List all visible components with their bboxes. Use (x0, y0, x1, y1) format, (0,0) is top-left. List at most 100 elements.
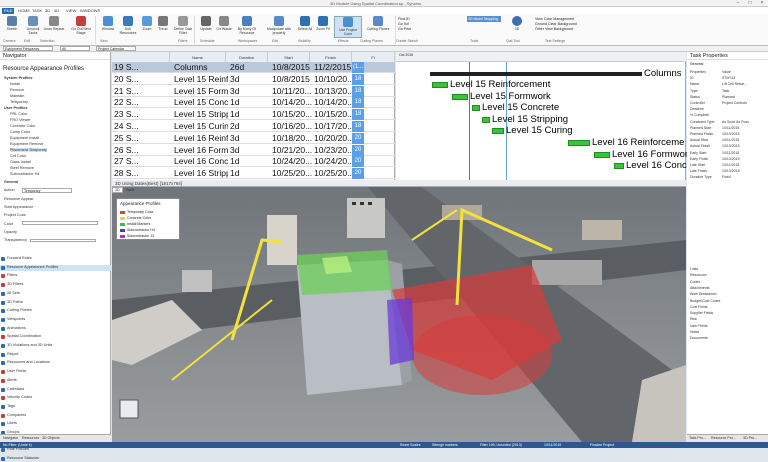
gantt-bar[interactable] (594, 151, 610, 158)
property-link[interactable]: Resources (690, 273, 766, 278)
tree-item[interactable]: Equipment Install (10, 136, 39, 140)
3d-model-stopping-button[interactable]: 3D Model Stopping (467, 16, 501, 22)
action-select[interactable]: Temporary (22, 188, 72, 193)
property-row[interactable]: ID STM743 (690, 76, 766, 81)
all-select[interactable]: All (60, 46, 90, 51)
property-link[interactable]: Notes (690, 330, 766, 335)
minimize-button[interactable]: – (732, 0, 744, 7)
general-section[interactable]: General (4, 180, 18, 184)
property-link[interactable]: Risk (690, 317, 766, 322)
property-link[interactable]: Codes (690, 280, 766, 285)
gantt-bar[interactable] (482, 116, 490, 123)
table-row[interactable]: 26 S... Level 16 Formw...3d 10/21/20...10/… (112, 144, 395, 156)
property-row[interactable]: Deadline (690, 107, 766, 112)
tree-item[interactable]: Install (10, 82, 20, 86)
tree-item[interactable]: Steel Remove (10, 166, 34, 170)
property-row[interactable]: Actual Finish 10/13/2015 (690, 144, 766, 149)
tab-task-properties[interactable]: Task Pro... (689, 436, 706, 440)
navigator-list-item[interactable]: Alerts (0, 378, 111, 384)
tree-item[interactable]: Subcontractor H4 (10, 172, 40, 176)
property-row[interactable]: Controller Project Controls (690, 101, 766, 106)
tree-item[interactable]: Comp Color (10, 130, 30, 134)
navigator-list-item[interactable]: Tags (0, 404, 111, 410)
navigator-list-item[interactable]: Filters (0, 273, 111, 279)
navigator-list-item[interactable]: 3D Violations and 3D Units (0, 343, 111, 349)
tree-item[interactable]: Crit Color (10, 154, 26, 158)
property-row[interactable]: Late Start 10/11/2015 (690, 163, 766, 168)
tree-item[interactable]: Equipment Remove (10, 142, 43, 146)
task-filter-button[interactable]: Define Task Filter (172, 16, 194, 38)
header-name[interactable]: Name (170, 52, 226, 62)
sketch-button[interactable]: Sketch (1, 16, 23, 38)
property-link[interactable]: Cost Fields (690, 305, 766, 310)
property-row[interactable]: Type Task (690, 89, 766, 94)
close-button[interactable]: × (756, 0, 768, 7)
tab-3d-properties[interactable]: 3D Pro... (743, 436, 757, 440)
property-link[interactable]: Supplier Fields (690, 311, 766, 316)
maximize-button[interactable]: □ (744, 0, 756, 7)
property-row[interactable]: % Complete (690, 113, 766, 118)
navigator-list-item[interactable]: Velocity Codes (0, 395, 111, 401)
tab-gantt-view[interactable]: Gantt (124, 188, 137, 192)
go-out-button[interactable]: Go Out Next Stage (70, 16, 92, 38)
gantt-bar[interactable] (614, 163, 624, 170)
navigator-list-item[interactable]: Resources and Locations (0, 360, 111, 366)
tree-item[interactable]: System Profiles (4, 76, 33, 80)
property-row[interactable]: Status Planned (690, 95, 766, 100)
property-link[interactable]: User Fields (690, 324, 766, 329)
property-row[interactable]: Planned Finish 10/13/2015 (690, 132, 766, 137)
property-row[interactable]: Name Lift Cell Rebar... (690, 82, 766, 87)
table-row[interactable]: 20 S... Level 15 Reinfor...3d 10/8/2015 10/… (112, 73, 395, 85)
property-link[interactable]: Links (690, 267, 766, 272)
tree-item[interactable]: Temporary (10, 100, 28, 104)
gantt-bar[interactable] (492, 128, 504, 135)
navigator-list-item[interactable]: Forward Rules (0, 256, 111, 262)
navigator-list-item[interactable]: Resource Statuses (0, 456, 111, 462)
navigator-list-item[interactable]: Cutting Planes (0, 308, 111, 314)
by-many-button[interactable]: By Many Of Resource (232, 16, 262, 38)
gantt-bar[interactable] (472, 105, 480, 112)
property-row[interactable]: Early Start 10/11/2015 (690, 151, 766, 156)
tree-item[interactable]: Placement Temporary (10, 148, 47, 152)
property-row[interactable]: Late Finish 10/13/2015 (690, 169, 766, 174)
tree-item[interactable]: Glass Install (10, 160, 31, 164)
tree-item[interactable]: FRO Viewer (10, 118, 31, 122)
header-start[interactable]: Start (268, 52, 310, 62)
gantt-bar[interactable] (452, 93, 468, 100)
go-print-control[interactable]: Go Print (398, 27, 411, 32)
property-link[interactable]: Work Breakdown (690, 292, 766, 297)
navigator-list-item[interactable]: 3D Paths (0, 300, 111, 306)
tab-3d-view[interactable]: 3D (112, 187, 123, 193)
use-project-color-button[interactable]: Use Project Color (334, 16, 362, 38)
table-row[interactable]: 19 S... Columns 26d 10/8/2015 11/2/2015 (1... (112, 62, 395, 73)
property-row[interactable]: Duration Type Fixed (690, 175, 766, 180)
cutting-planes-button[interactable]: Cutting Planes (364, 16, 392, 38)
3d-scene[interactable] (112, 180, 686, 442)
navigator-list-item[interactable]: Companies (0, 413, 111, 419)
tree-item[interactable]: User Profiles (4, 106, 27, 110)
tab-3d-objects[interactable]: 3D Objects (42, 436, 60, 440)
header-float[interactable]: Fl (352, 52, 395, 62)
navigator-list-item[interactable]: Calendars (0, 387, 111, 393)
gantt-bar[interactable] (568, 140, 590, 146)
status-reset-scales[interactable]: Reset Scales (400, 443, 421, 447)
undo-button[interactable]: Undo Repeat (43, 16, 65, 38)
header-finish[interactable]: Finish (310, 52, 352, 62)
tree-item[interactable]: Concrete Color (10, 124, 36, 128)
property-row[interactable]: Early Finish 10/13/2015 (690, 157, 766, 162)
zoom-fit-button[interactable]: Zoom Fit (312, 16, 334, 38)
navigator-list-item[interactable]: Viewpoints (0, 317, 111, 323)
other-view-background-item[interactable]: Other View Background (535, 27, 577, 32)
table-row[interactable]: 24 S... Level 15 Curing 2d 10/16/20... 10/17… (112, 121, 395, 132)
manipulate-button[interactable]: Manipulate with property (264, 16, 294, 38)
tree-item[interactable]: Remove (10, 88, 24, 92)
summary-bar[interactable] (430, 72, 642, 76)
navigator-list-item[interactable]: Report (0, 352, 111, 358)
table-row[interactable]: 25 S... Level 16 Reinfor...3d 10/18/20...1… (112, 132, 395, 144)
gantt-bar[interactable] (432, 82, 448, 88)
tab-navigator[interactable]: Navigator (3, 436, 18, 440)
window-button[interactable]: Window (97, 16, 119, 38)
table-row[interactable]: 27 S... Level 16 Concrete1d 10/24/20...10/… (112, 156, 395, 168)
navigator-list-item[interactable]: User Fields (0, 369, 111, 375)
tree-item[interactable]: Maintain (10, 94, 24, 98)
